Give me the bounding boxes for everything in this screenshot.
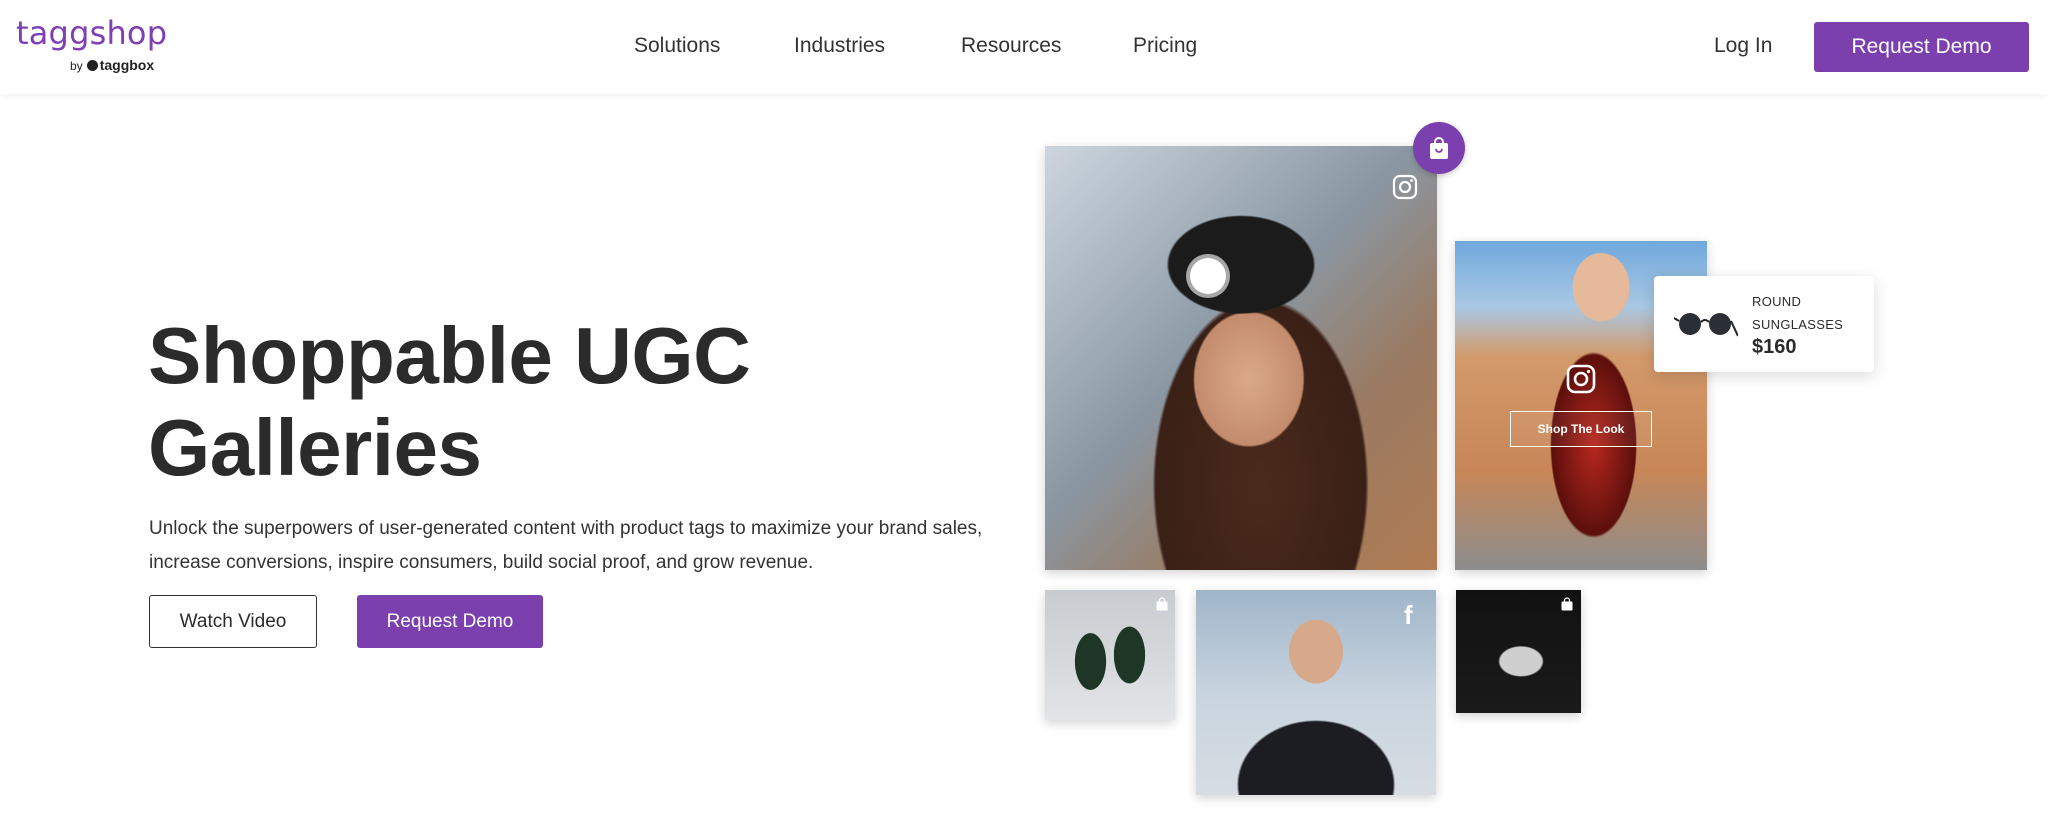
logo-wordmark: taggshop [16,14,168,52]
product-tag-card[interactable]: ROUND SUNGLASSES $160 [1654,276,1874,372]
hero-request-demo-button[interactable]: Request Demo [357,595,543,648]
instagram-icon [1392,174,1418,200]
sunglasses-icon [1674,313,1738,337]
nav-resources[interactable]: Resources [961,34,1061,58]
product-price: $160 [1752,336,1797,358]
hero-title-line2: Galleries [148,403,482,492]
login-link[interactable]: Log In [1714,34,1772,58]
gallery-photo-leather-jacket[interactable] [1196,590,1436,795]
taggbox-logo-icon [86,60,98,71]
hero-title: Shoppable UGC Galleries [148,310,848,494]
hero-description: Unlock the superpowers of user-generated… [149,518,983,573]
instagram-icon [1566,364,1596,394]
watch-video-button[interactable]: Watch Video [149,595,317,648]
shop-the-look-button[interactable]: Shop The Look [1510,411,1652,447]
logo-byline: by taggbox [70,57,154,73]
nav-solutions[interactable]: Solutions [634,34,720,58]
page: taggshop by taggbox Solutions Industries … [0,0,2048,818]
shopping-bag-icon [1561,597,1573,611]
shopping-bag-icon [1430,137,1448,159]
shopping-bag-icon [1156,597,1168,611]
product-name: ROUND SUNGLASSES [1752,294,1844,332]
taggshop-logo[interactable]: taggshop by taggbox [16,14,168,74]
header-request-demo-button[interactable]: Request Demo [1814,22,2029,72]
taggbox-wordmark: taggbox [99,57,155,73]
logo-by-text: by [70,59,83,73]
facebook-icon: f [1404,600,1413,630]
nav-pricing[interactable]: Pricing [1133,34,1197,58]
hero-title-line1: Shoppable UGC [148,311,751,400]
gallery-photo-hat-woman[interactable] [1045,146,1437,570]
nav-industries[interactable]: Industries [794,34,885,58]
site-header: taggshop by taggbox Solutions Industries … [0,0,2048,94]
shopping-bag-badge[interactable] [1413,122,1465,174]
product-tag-dot[interactable] [1186,254,1230,298]
